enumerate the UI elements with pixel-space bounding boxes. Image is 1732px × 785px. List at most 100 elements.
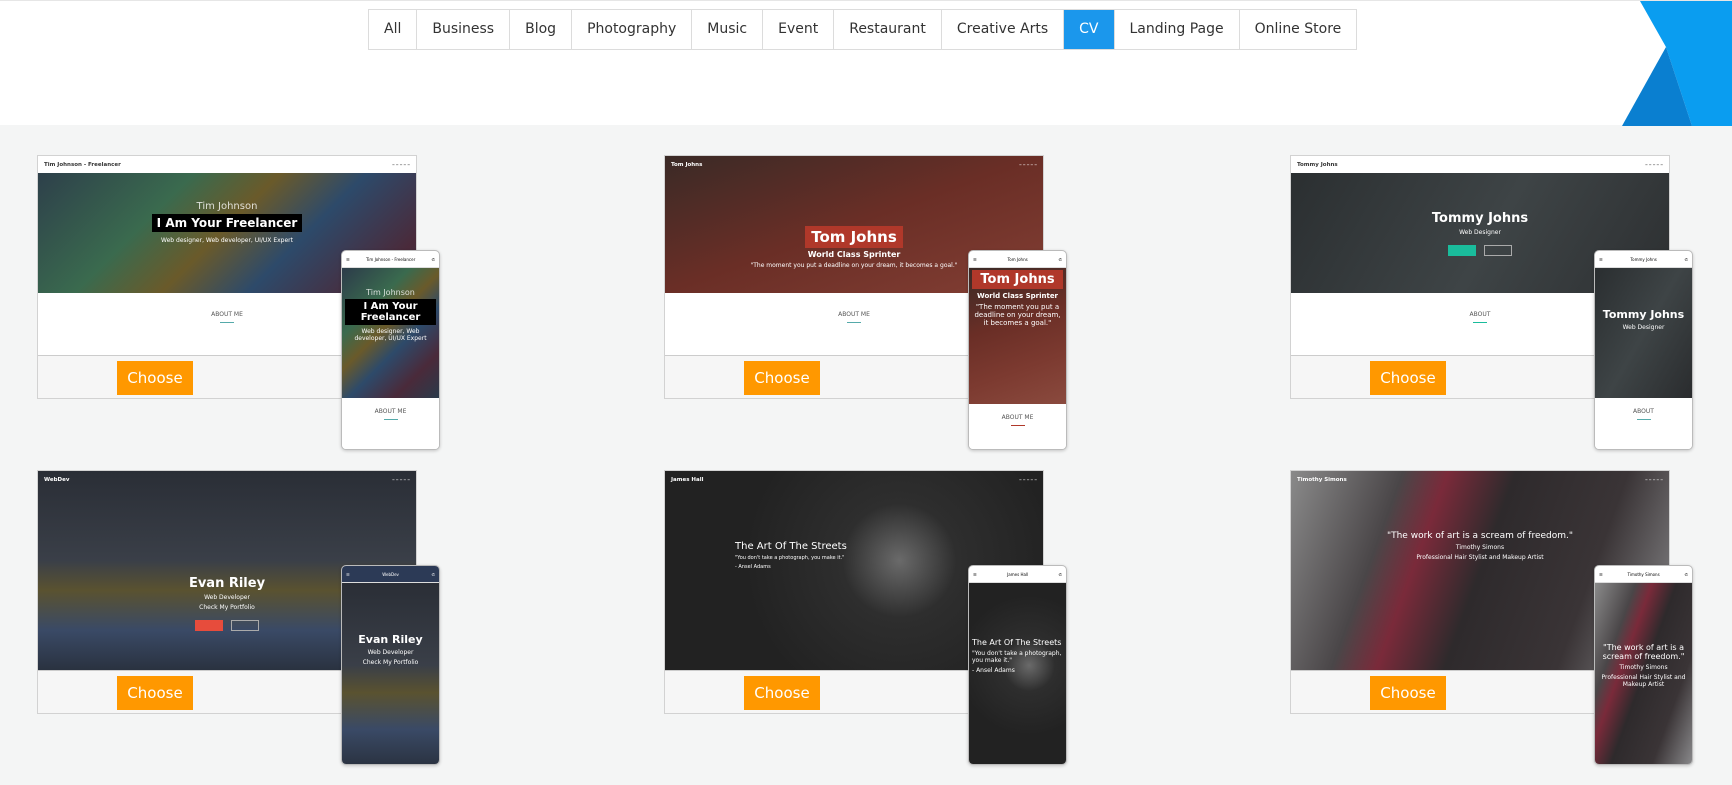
mobile-navbar: ☰ Tom Johns ✆ [969,251,1066,268]
menu-icon: ☰ [346,571,350,577]
mobile-hero: "The work of art is a scream of freedom.… [1595,583,1692,764]
hero-line: "The work of art is a scream of freedom.… [1386,531,1574,541]
preview-brand: Tim Johnson - Freelancer [44,161,121,168]
tab-blog[interactable]: Blog [510,10,573,49]
tab-landing-page[interactable]: Landing Page [1115,10,1240,49]
choose-button[interactable]: Choose [117,361,193,395]
preview-nav-links: ━ ━ ━ ━ ━ [1019,477,1037,482]
mobile-hero-line: Evan Riley [358,633,423,646]
preview-navbar: Timothy Simons ━ ━ ━ ━ ━ [1291,471,1669,488]
mobile-brand: Timothy Simons [1627,571,1660,577]
phone-icon: ✆ [1058,256,1062,262]
menu-icon: ☰ [1599,256,1603,262]
menu-icon: ☰ [973,256,977,262]
mobile-hero: Evan Riley Web Developer Check My Portfoli… [342,583,439,764]
template-card: WebDev ━ ━ ━ ━ ━ Evan Riley Web Developer Ch… [37,470,440,765]
mobile-preview[interactable]: ☰ Timothy Simons ✆ "The work of art is a sc… [1594,565,1693,765]
mobile-brand: WebDev [382,571,399,577]
mobile-hero-line: Professional Hair Stylist and Makeup Art… [1601,674,1686,688]
template-card: Tom Johns ━ ━ ━ ━ ━ Tom Johns World Class S… [664,155,1067,450]
section-divider [1473,322,1487,323]
section-divider [220,322,234,323]
mobile-about-section: ABOUT ME [969,404,1066,449]
mobile-hero-line: The Art Of The Streets [972,638,1062,647]
mobile-brand: Tim Johnson - Freelancer [365,256,416,262]
mobile-preview[interactable]: ☰ WebDev ✆ Evan Riley Web Developer Check My … [341,565,440,765]
preview-nav-links: ━ ━ ━ ━ ━ [392,477,410,482]
phone-icon: ✆ [1684,256,1688,262]
mobile-brand: Tom Johns [1007,256,1028,262]
phone-icon: ✆ [1684,571,1688,577]
hero-line: Tom Johns [805,226,903,248]
preview-navbar: Tim Johnson - Freelancer ━ ━ ━ ━ ━ [38,156,416,173]
tab-restaurant[interactable]: Restaurant [834,10,942,49]
mobile-about-section: ABOUT [1595,398,1692,449]
mobile-preview[interactable]: ☰ Tommy Johns ✆ Tommy Johns Web Designer ABOU… [1594,250,1693,450]
choose-button[interactable]: Choose [744,676,820,710]
mobile-navbar: ☰ Timothy Simons ✆ [1595,566,1692,583]
choose-button[interactable]: Choose [1370,361,1446,395]
template-card: Timothy Simons ━ ━ ━ ━ ━ "The work of art … [1290,470,1693,765]
mobile-preview[interactable]: ☰ James Hall ✆ The Art Of The Streets "You d… [968,565,1067,765]
tab-music[interactable]: Music [692,10,764,49]
preview-nav-links: ━ ━ ━ ━ ━ [1645,162,1663,167]
phone-icon: ✆ [431,571,435,577]
mobile-hero-line: Tommy Johns [1602,308,1685,321]
template-card: James Hall ━ ━ ━ ━ ━ The Art Of The Street… [664,470,1067,765]
section-divider [847,322,861,323]
section-divider [1636,419,1651,420]
tab-creative-arts[interactable]: Creative Arts [942,10,1065,49]
section-divider [383,419,398,420]
hero-line: Web designer, Web developer, UI/UX Exper… [161,237,293,244]
preview-nav-links: ━ ━ ━ ━ ━ [392,162,410,167]
mobile-hero-line: Tom Johns [972,270,1063,289]
menu-icon: ☰ [346,256,350,262]
mobile-hero-line: Tim Johnson [366,288,415,297]
mobile-brand: James Hall [1007,571,1029,577]
mobile-navbar: ☰ Tim Johnson - Freelancer ✆ [342,251,439,268]
mobile-hero-line: World Class Sprinter [976,292,1059,300]
tab-business[interactable]: Business [417,10,511,49]
decorative-corner-shape [1622,1,1732,126]
mobile-navbar: ☰ WebDev ✆ [342,566,439,583]
hero-line: Tim Johnson [196,201,258,212]
tab-all[interactable]: All [369,10,418,49]
menu-icon: ☰ [973,571,977,577]
section-title: ABOUT [1633,408,1654,415]
mobile-hero-line: "You don't take a photograph, you make i… [972,650,1062,664]
preview-brand: James Hall [671,476,704,483]
tab-photography[interactable]: Photography [572,10,693,49]
preview-navbar: Tommy Johns ━ ━ ━ ━ ━ [1291,156,1669,173]
mobile-preview[interactable]: ☰ Tim Johnson - Freelancer ✆ Tim Johnson I A… [341,250,440,450]
template-card: Tim Johnson - Freelancer ━ ━ ━ ━ ━ Tim Joh… [37,155,440,450]
header: All Business Blog Photography Music Event Rest… [0,0,1732,126]
section-title: ABOUT ME [374,408,407,415]
mobile-hero: Tim Johnson I Am Your Freelancer Web desig… [342,268,439,398]
phone-icon: ✆ [1058,571,1062,577]
tab-event[interactable]: Event [763,10,835,49]
mobile-hero-line: Web Developer [367,649,414,656]
choose-button[interactable]: Choose [117,676,193,710]
section-divider [1010,425,1025,426]
tab-online-store[interactable]: Online Store [1240,10,1357,49]
mobile-navbar: ☰ Tommy Johns ✆ [1595,251,1692,268]
choose-button[interactable]: Choose [1370,676,1446,710]
mobile-hero-line: Check My Portfolio [362,659,419,666]
preview-nav-links: ━ ━ ━ ━ ━ [1019,162,1037,167]
menu-icon: ☰ [1599,571,1603,577]
mobile-preview[interactable]: ☰ Tom Johns ✆ Tom Johns World Class Sprinter… [968,250,1067,450]
hero-line: Tommy Johns [1431,211,1529,226]
section-title: ABOUT ME [1001,414,1034,421]
mobile-hero-line: I Am Your Freelancer [345,299,436,325]
mobile-hero-line: Web designer, Web developer, UI/UX Exper… [354,328,427,342]
tab-cv[interactable]: CV [1064,10,1115,49]
mobile-hero: Tom Johns World Class Sprinter "The moment… [969,268,1066,404]
mobile-about-section: ABOUT ME [342,398,439,449]
mobile-hero: Tommy Johns Web Designer [1595,268,1692,398]
preview-brand: Tommy Johns [1297,161,1338,168]
hero-line: Professional Hair Stylist and Makeup Art… [1416,554,1544,561]
category-filter-tabs: All Business Blog Photography Music Event Rest… [368,9,1358,50]
mobile-brand: Tommy Johns [1630,256,1657,262]
preview-hero: Tim Johnson I Am Your Freelancer Web desig… [38,201,416,244]
choose-button[interactable]: Choose [744,361,820,395]
